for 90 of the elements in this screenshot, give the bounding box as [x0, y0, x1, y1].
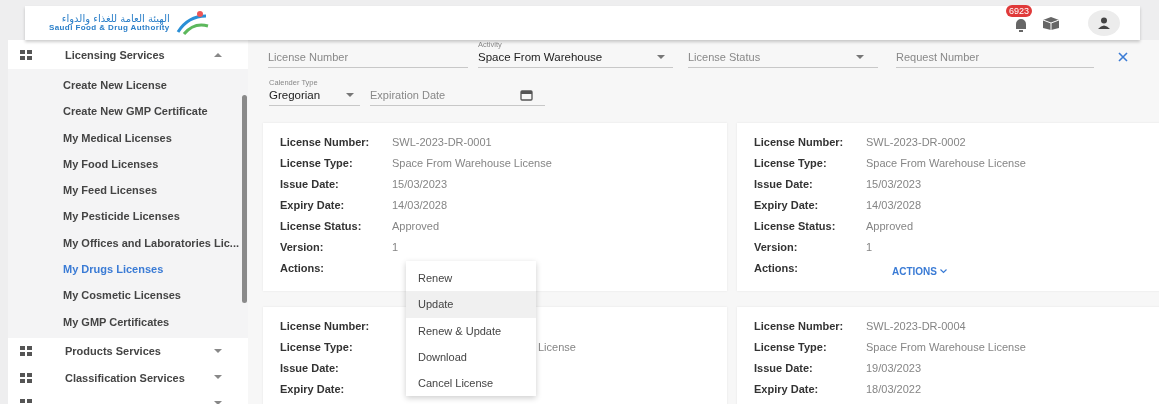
field-label: License Number: [754, 135, 845, 148]
grid-icon [20, 49, 32, 60]
field-value: 1 [392, 240, 399, 253]
field-label: License Type: [280, 340, 354, 353]
menu-item[interactable]: Renew & Update [406, 317, 536, 344]
dropdown-caret-icon [856, 55, 864, 59]
notification-badge: 6923 [1006, 5, 1033, 17]
field-label: Actions: [754, 261, 799, 274]
field-value: 15/03/2023 [866, 177, 922, 190]
input-field[interactable]: License Number [268, 40, 468, 68]
menu-item[interactable]: Update [406, 291, 536, 318]
field-label: Expiry Date: [754, 382, 820, 395]
field-value: Space From Warehouse License [866, 156, 1026, 169]
caret-down-icon [214, 375, 222, 381]
field-value: SWL-2023-DR-0004 [866, 319, 966, 332]
field-label: License Status: [754, 219, 837, 232]
select-field[interactable]: License Status [688, 40, 878, 68]
field-label: License Type: [754, 156, 828, 169]
field-label: Expiry Date: [754, 198, 820, 211]
field-placeholder: License Number [268, 51, 349, 63]
field-label: Actions: [280, 261, 325, 274]
field-label: License Type: [280, 156, 354, 169]
logo-english-text: Saudi Food & Drug Authority [49, 24, 170, 32]
sidebar-group-item[interactable]: Classification Services [8, 364, 248, 391]
field-label: License Number: [280, 135, 371, 148]
menu-item[interactable]: Renew [406, 265, 536, 292]
field-value: Gregorian [269, 89, 321, 101]
user-avatar-button[interactable] [1088, 10, 1120, 36]
sidebar-group-label: Classification Services [64, 371, 186, 384]
sidebar-item[interactable]: My Feed Licenses [8, 177, 248, 204]
field-value: Approved [392, 219, 440, 232]
field-value: 19/03/2023 [866, 361, 922, 374]
sidebar-group-label: Licensing Services [64, 48, 166, 61]
field-label: Issue Date: [754, 361, 814, 374]
field-placeholder: License Status [688, 51, 761, 63]
field-value: Approved [866, 219, 914, 232]
sidebar-item[interactable]: My Drugs Licenses [8, 256, 248, 283]
actions-dropdown-button[interactable]: ACTIONS [886, 262, 953, 281]
sidebar-group-item[interactable]: Licensing Services [8, 40, 248, 69]
field-value: 14/03/2028 [392, 198, 448, 211]
field-placeholder: Request Number [896, 51, 980, 63]
menu-item[interactable]: Cancel License [406, 370, 536, 397]
sidebar-item[interactable]: Create New License [8, 72, 248, 99]
field-label: License Number: [280, 319, 371, 332]
sidebar-item[interactable]: My GMP Certificates [8, 308, 248, 335]
person-icon [1098, 17, 1110, 29]
input-field[interactable]: Request Number [896, 40, 1094, 68]
sidebar-item[interactable]: My Offices and Laboratories Lic... [8, 229, 248, 257]
field-value: 14/03/2028 [866, 198, 922, 211]
field-value: License [537, 340, 576, 353]
sidebar-group-label: Products Services [64, 345, 162, 358]
logo-arabic-text: الهيئة العامة للغذاء والدواء [61, 14, 170, 24]
field-value: 15/03/2023 [392, 177, 448, 190]
field-label: Version: [754, 240, 799, 253]
field-value: Space From Warehouse License [866, 340, 1026, 353]
caret-up-icon [214, 52, 222, 57]
sidebar-item[interactable]: My Pesticide Licenses [8, 203, 248, 230]
sidebar-item[interactable]: Create New GMP Certificate [8, 98, 248, 125]
grid-icon [20, 346, 32, 357]
field-label: Expiry Date: [280, 198, 346, 211]
chevron-down-icon [940, 269, 947, 274]
dropdown-caret-icon [346, 93, 354, 97]
sidebar-group-item[interactable]: Products Services [8, 337, 248, 365]
dropdown-caret-icon [657, 55, 665, 59]
menu-item[interactable]: Download [406, 343, 536, 371]
field-label: Issue Date: [280, 177, 340, 190]
caret-down-icon [214, 348, 222, 354]
field-value: 18/03/2022 [866, 382, 922, 395]
field-label: Version: [280, 240, 325, 253]
field-value: SWL-2023-DR-0002 [866, 135, 966, 148]
grid-icon [20, 372, 32, 383]
field-value: Space From Warehouse [478, 51, 603, 63]
bell-icon[interactable] [1014, 17, 1028, 33]
close-icon[interactable] [1118, 52, 1128, 62]
field-label: Expiry Date: [280, 382, 346, 395]
calendar-icon[interactable] [520, 89, 533, 101]
field-value: 1 [866, 240, 873, 253]
sidebar-item[interactable]: My Cosmetic Licenses [8, 282, 248, 309]
sidebar-item[interactable]: My Medical Licenses [8, 124, 248, 151]
field-label: License Number: [754, 319, 845, 332]
scrollbar-thumb[interactable] [242, 95, 247, 303]
field-label: Issue Date: [280, 361, 340, 374]
field-label: Issue Date: [754, 177, 814, 190]
field-value: Space From Warehouse License [392, 156, 552, 169]
field-label: License Status: [280, 219, 363, 232]
box-icon[interactable] [1042, 16, 1060, 30]
field-value: SWL-2023-DR-0001 [392, 135, 492, 148]
sidebar-item[interactable]: My Food Licenses [8, 150, 248, 178]
field-label: License Type: [754, 340, 828, 353]
field-placeholder: Expiration Date [370, 89, 446, 101]
